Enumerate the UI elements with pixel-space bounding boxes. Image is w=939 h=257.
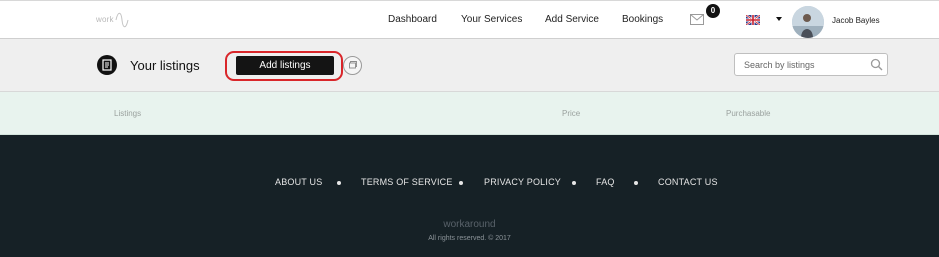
- footer-terms-link[interactable]: TERMS OF SERVICE: [361, 177, 453, 187]
- footer-separator: [459, 181, 463, 185]
- caret-down-icon[interactable]: [776, 17, 782, 21]
- listings-table-header: Listings Price Purchasable: [0, 92, 939, 135]
- avatar[interactable]: [792, 6, 824, 38]
- footer-faq-link[interactable]: FAQ: [596, 177, 615, 187]
- top-navigation-bar: work Dashboard Your Services Add Service…: [0, 0, 939, 39]
- listings-toolbar: Your listings Add listings: [0, 39, 939, 92]
- footer-separator: [634, 181, 638, 185]
- avatar-photo: [792, 6, 824, 38]
- footer-separator: [337, 181, 341, 185]
- footer-brand: workaround: [443, 219, 496, 230]
- footer-about-us-link[interactable]: ABOUT US: [275, 177, 322, 187]
- column-purchasable: Purchasable: [726, 109, 771, 118]
- add-listings-button[interactable]: Add listings: [236, 56, 334, 75]
- envelope-icon[interactable]: [690, 14, 704, 25]
- copy-icon: [349, 61, 357, 69]
- copy-button[interactable]: [343, 56, 362, 75]
- uk-flag-icon[interactable]: [746, 15, 760, 25]
- nav-dashboard[interactable]: Dashboard: [388, 14, 437, 25]
- search-input[interactable]: [735, 54, 865, 75]
- page-title: Your listings: [130, 58, 200, 73]
- mail-count-badge: 0: [706, 4, 720, 18]
- user-name[interactable]: Jacob Bayles: [832, 16, 880, 25]
- search-box[interactable]: [734, 53, 888, 76]
- search-icon[interactable]: [870, 58, 883, 71]
- footer-copyright: All rights reserved. © 2017: [428, 235, 511, 242]
- footer-privacy-link[interactable]: PRIVACY POLICY: [484, 177, 561, 187]
- column-price: Price: [562, 109, 581, 118]
- logo[interactable]: work: [96, 9, 130, 31]
- nav-bookings[interactable]: Bookings: [622, 14, 663, 25]
- logo-wave-icon: [115, 12, 129, 28]
- nav-your-services[interactable]: Your Services: [461, 14, 522, 25]
- listings-icon: [97, 55, 117, 75]
- nav-add-service[interactable]: Add Service: [545, 14, 599, 25]
- footer-separator: [572, 181, 576, 185]
- column-listings: Listings: [114, 109, 142, 118]
- footer: ABOUT US TERMS OF SERVICE PRIVACY POLICY…: [0, 135, 939, 257]
- footer-contact-link[interactable]: CONTACT US: [658, 177, 718, 187]
